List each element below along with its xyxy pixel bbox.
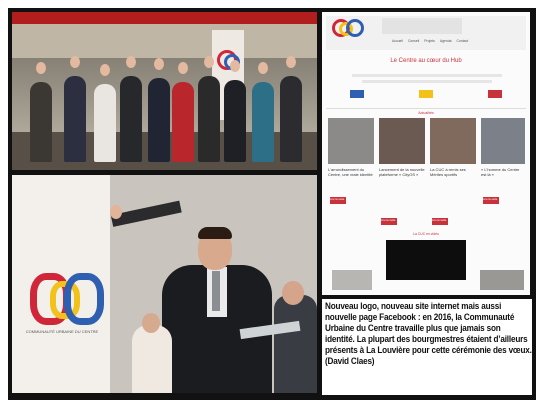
nav-item[interactable]: Accueil [392, 39, 403, 43]
footer-image [480, 270, 524, 290]
news-thumbnail[interactable] [481, 118, 525, 164]
person [224, 80, 246, 162]
person [252, 82, 274, 162]
speaker-hair [198, 227, 232, 239]
person-head [204, 56, 214, 68]
woman-background [132, 325, 172, 393]
header-image [382, 18, 462, 34]
hand [110, 205, 122, 219]
man-right [274, 295, 317, 393]
site-logo [346, 19, 364, 37]
person-head [36, 62, 46, 74]
photo-caption: Nouveau logo, nouveau site internet mais… [322, 299, 532, 395]
speaker-tie [212, 271, 220, 311]
person-head [126, 56, 136, 68]
person [148, 78, 170, 162]
person-head [154, 58, 164, 70]
person [94, 84, 116, 162]
man-right-head [282, 281, 304, 305]
banner-text: COMMUNAUTÉ URBAINE DU CENTRE [25, 329, 99, 334]
site-nav: Accueil Conseil Projets Agenda Contact [392, 39, 468, 43]
red-banner-strip [12, 12, 317, 24]
website-screenshot: Accueil Conseil Projets Agenda Contact L… [322, 12, 530, 295]
person-head [286, 56, 296, 68]
news-title[interactable]: « L'homme du Centre est là » [481, 167, 525, 177]
nav-item[interactable]: Contact [457, 39, 469, 43]
caption-text: Nouveau logo, nouveau site internet mais… [325, 301, 532, 367]
news-thumbnail[interactable] [379, 118, 425, 164]
person-head [230, 60, 240, 72]
news-title[interactable]: L'arrondissement du Centre, une vraie id… [328, 167, 374, 177]
speaker-photo: COMMUNAUTÉ URBAINE DU CENTRE [12, 175, 317, 393]
news-title[interactable]: Lancement de la nouvelle plateforme « Ci… [379, 167, 425, 177]
footer-image [332, 270, 372, 290]
nav-item[interactable]: Conseil [408, 39, 419, 43]
intro-text-line [352, 74, 502, 77]
section-title: Actualités [418, 111, 434, 115]
video-heading: La CUC en vidéo [413, 232, 439, 236]
service-icon[interactable] [350, 90, 364, 98]
group-photo [12, 12, 317, 170]
divider [326, 108, 526, 109]
person-head [258, 62, 268, 74]
person [120, 76, 142, 162]
banner-logo [64, 273, 104, 325]
person-head [70, 56, 80, 68]
news-thumbnail[interactable] [430, 118, 476, 164]
person [280, 76, 302, 162]
intro-text-line [362, 80, 492, 83]
person [198, 76, 220, 162]
person [64, 76, 86, 162]
person [30, 82, 52, 162]
read-more-button[interactable]: Lire la suite [330, 197, 346, 204]
service-icon[interactable] [488, 90, 502, 98]
video-player[interactable] [386, 240, 466, 280]
service-icon[interactable] [419, 90, 433, 98]
nav-item[interactable]: Projets [424, 39, 435, 43]
woman-head [142, 313, 160, 333]
read-more-button[interactable]: Lire la suite [483, 197, 499, 204]
person [172, 82, 194, 162]
person-head [178, 62, 188, 74]
news-title[interactable]: La CUC à remis ses Mérites sportifs [430, 167, 476, 177]
person-head [100, 64, 110, 76]
read-more-button[interactable]: Lire la suite [381, 218, 397, 225]
nav-item[interactable]: Agenda [440, 39, 452, 43]
news-thumbnail[interactable] [328, 118, 374, 164]
site-heading: Le Centre au cœur du Hub [390, 58, 462, 64]
read-more-button[interactable]: Lire la suite [432, 218, 448, 225]
